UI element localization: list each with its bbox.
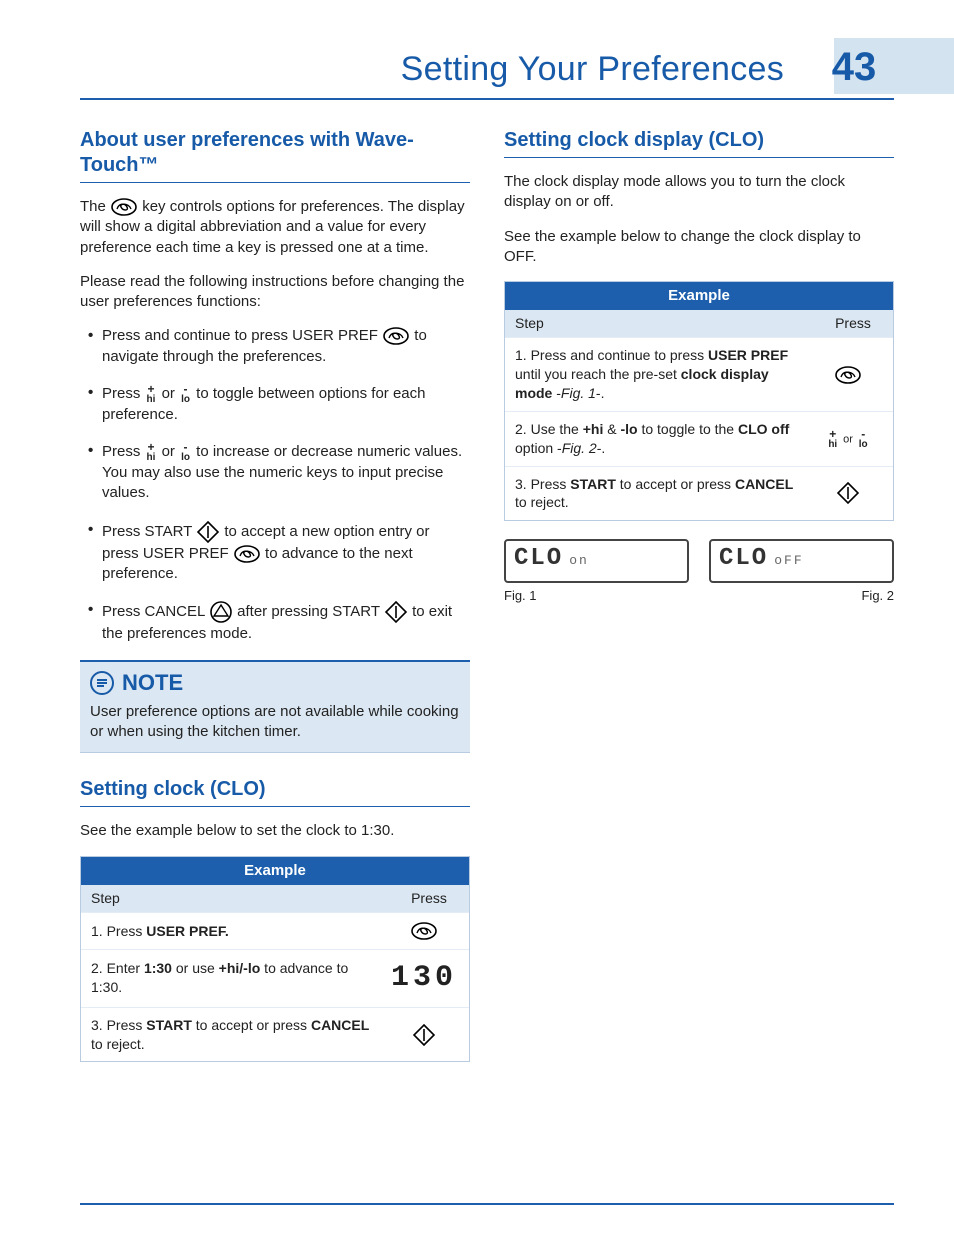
table-row: 3. Press START to accept or press CANCEL… (505, 466, 893, 521)
example-table-display: Example Step Press 1. Press and continue… (504, 281, 894, 521)
table-row: 2. Use the +hi & -lo to toggle to the CL… (505, 411, 893, 466)
figure-caption: Fig. 1 (504, 587, 689, 605)
figure-caption: Fig. 2 (709, 587, 894, 605)
heading-about: About user preferences with Wave-Touch™ (80, 128, 470, 183)
table-col-step: Step (91, 889, 399, 908)
instruction-item: Press and continue to press USER PREF to… (80, 326, 470, 367)
note-body: User preference options are not availabl… (90, 702, 460, 743)
table-row: 3. Press START to accept or press CANCEL… (81, 1007, 469, 1062)
table-col-press: Press (399, 889, 459, 908)
user-pref-icon (233, 544, 261, 564)
page-number: 43 (814, 40, 894, 94)
heading-clock-display: Setting clock display (CLO) (504, 128, 894, 158)
intro-paragraph-1: The key controls options for preferences… (80, 197, 470, 258)
disp-intro-2: See the example below to change the cloc… (504, 227, 894, 268)
table-title: Example (81, 857, 469, 885)
plus-hi-icon: +hi (828, 428, 837, 450)
page-title: Setting Your Preferences (401, 47, 784, 93)
table-row: 1. Press and continue to press USER PREF… (505, 337, 893, 411)
cancel-icon (209, 601, 233, 623)
page-header: Setting Your Preferences 43 (80, 40, 894, 100)
left-column: About user preferences with Wave-Touch™ … (80, 128, 470, 1072)
note-icon (90, 671, 114, 695)
instruction-list: Press and continue to press USER PREF to… (80, 326, 470, 644)
user-pref-icon (834, 365, 862, 385)
disp-intro-1: The clock display mode allows you to tur… (504, 172, 894, 213)
lcd-display-fig2: CLO oFF (709, 539, 894, 583)
right-column: Setting clock display (CLO) The clock di… (504, 128, 894, 1072)
example-table-clock: Example Step Press 1. Press USER PREF. 2… (80, 856, 470, 1063)
heading-setting-clock: Setting clock (CLO) (80, 777, 470, 807)
user-pref-icon (410, 921, 438, 941)
start-icon (836, 481, 860, 505)
note-box: NOTE User preference options are not ava… (80, 660, 470, 753)
lcd-figures: CLO on Fig. 1 CLO oFF Fig. 2 (504, 539, 894, 605)
start-icon (196, 520, 220, 544)
clock-intro: See the example below to set the clock t… (80, 821, 470, 841)
footer-rule (80, 1203, 894, 1205)
user-pref-icon (110, 197, 138, 217)
plus-hi-icon: +hi (147, 441, 156, 463)
minus-lo-icon: -lo (181, 383, 190, 405)
lcd-display-fig1: CLO on (504, 539, 689, 583)
table-title: Example (505, 282, 893, 310)
table-row: 2. Enter 1:30 or use +hi/-lo to advance … (81, 949, 469, 1007)
table-col-press: Press (823, 314, 883, 333)
intro-paragraph-2: Please read the following instructions b… (80, 272, 470, 313)
minus-lo-icon: -lo (181, 441, 190, 463)
instruction-item: Press +hi or -lo to toggle between optio… (80, 383, 470, 425)
minus-lo-icon: -lo (859, 428, 868, 450)
start-icon (384, 600, 408, 624)
user-pref-icon (382, 326, 410, 346)
note-heading: NOTE (122, 668, 183, 698)
plus-hi-icon: +hi (147, 383, 156, 405)
table-row: 1. Press USER PREF. (81, 912, 469, 949)
digit-display: 130 (391, 961, 457, 995)
instruction-item: Press +hi or -lo to increase or decrease… (80, 441, 470, 504)
start-icon (412, 1023, 436, 1047)
instruction-item: Press CANCEL after pressing START to exi… (80, 600, 470, 644)
table-col-step: Step (515, 314, 823, 333)
instruction-item: Press START to accept a new option entry… (80, 520, 470, 585)
